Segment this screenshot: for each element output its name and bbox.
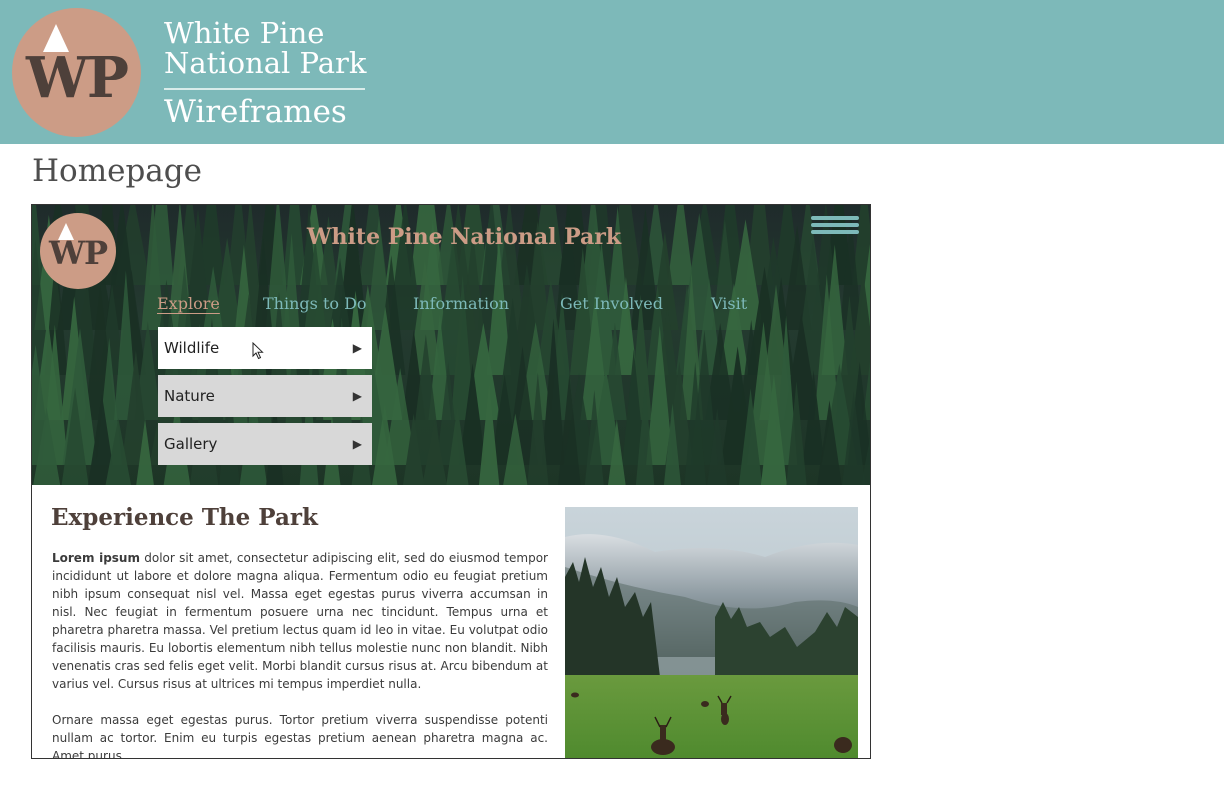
- site-title: White Pine National Park: [306, 224, 622, 250]
- dropdown-item-label: Nature: [164, 387, 215, 405]
- site-logo-letters: WP: [49, 234, 108, 272]
- banner-divider: [164, 88, 365, 90]
- content-title: Experience The Park: [51, 504, 318, 531]
- paragraph-text: dolor sit amet, consectetur adipiscing e…: [52, 551, 548, 691]
- banner-title-line2: National Park: [164, 46, 367, 80]
- dropdown-item-label: Wildlife: [164, 339, 220, 357]
- homepage-wireframe: WP White Pine National Park Explore Thin…: [31, 204, 871, 759]
- arrow-right-icon: ▶: [352, 341, 362, 355]
- logo-letters: WP: [26, 45, 129, 111]
- nav-get-involved[interactable]: Get Involved: [560, 293, 663, 315]
- body-paragraph-1: Lorem ipsum dolor sit amet, consectetur …: [52, 549, 548, 693]
- paragraph-lead: Lorem ipsum: [52, 551, 140, 565]
- park-photo: [565, 507, 858, 758]
- arrow-right-icon: ▶: [352, 437, 362, 451]
- hero-forest-image: WP White Pine National Park Explore Thin…: [32, 205, 870, 485]
- arrow-right-icon: ▶: [352, 389, 362, 403]
- site-logo[interactable]: WP: [40, 213, 116, 289]
- dropdown-item-nature[interactable]: Nature ▶: [158, 375, 372, 417]
- banner-subtitle: Wireframes: [164, 94, 347, 130]
- nav-information[interactable]: Information: [413, 293, 509, 315]
- dropdown-item-wildlife[interactable]: Wildlife ▶: [158, 327, 372, 369]
- nav-things-to-do[interactable]: Things to Do: [263, 293, 367, 315]
- banner-title-line1: White Pine: [164, 16, 325, 50]
- wp-logo: WP: [12, 8, 141, 137]
- banner-title: White Pine National Park: [164, 18, 366, 78]
- meadow-deer-photo: [565, 507, 858, 758]
- header-banner: WP White Pine National Park Wireframes: [0, 0, 1224, 144]
- body-paragraph-2: Ornare massa eget egestas purus. Tortor …: [52, 713, 548, 759]
- dropdown-item-gallery[interactable]: Gallery ▶: [158, 423, 372, 465]
- nav-explore[interactable]: Explore: [157, 293, 220, 315]
- dropdown-item-label: Gallery: [164, 435, 218, 453]
- nav-visit[interactable]: Visit: [711, 293, 747, 315]
- page-heading: Homepage: [32, 153, 202, 189]
- hamburger-menu-icon[interactable]: [811, 216, 859, 240]
